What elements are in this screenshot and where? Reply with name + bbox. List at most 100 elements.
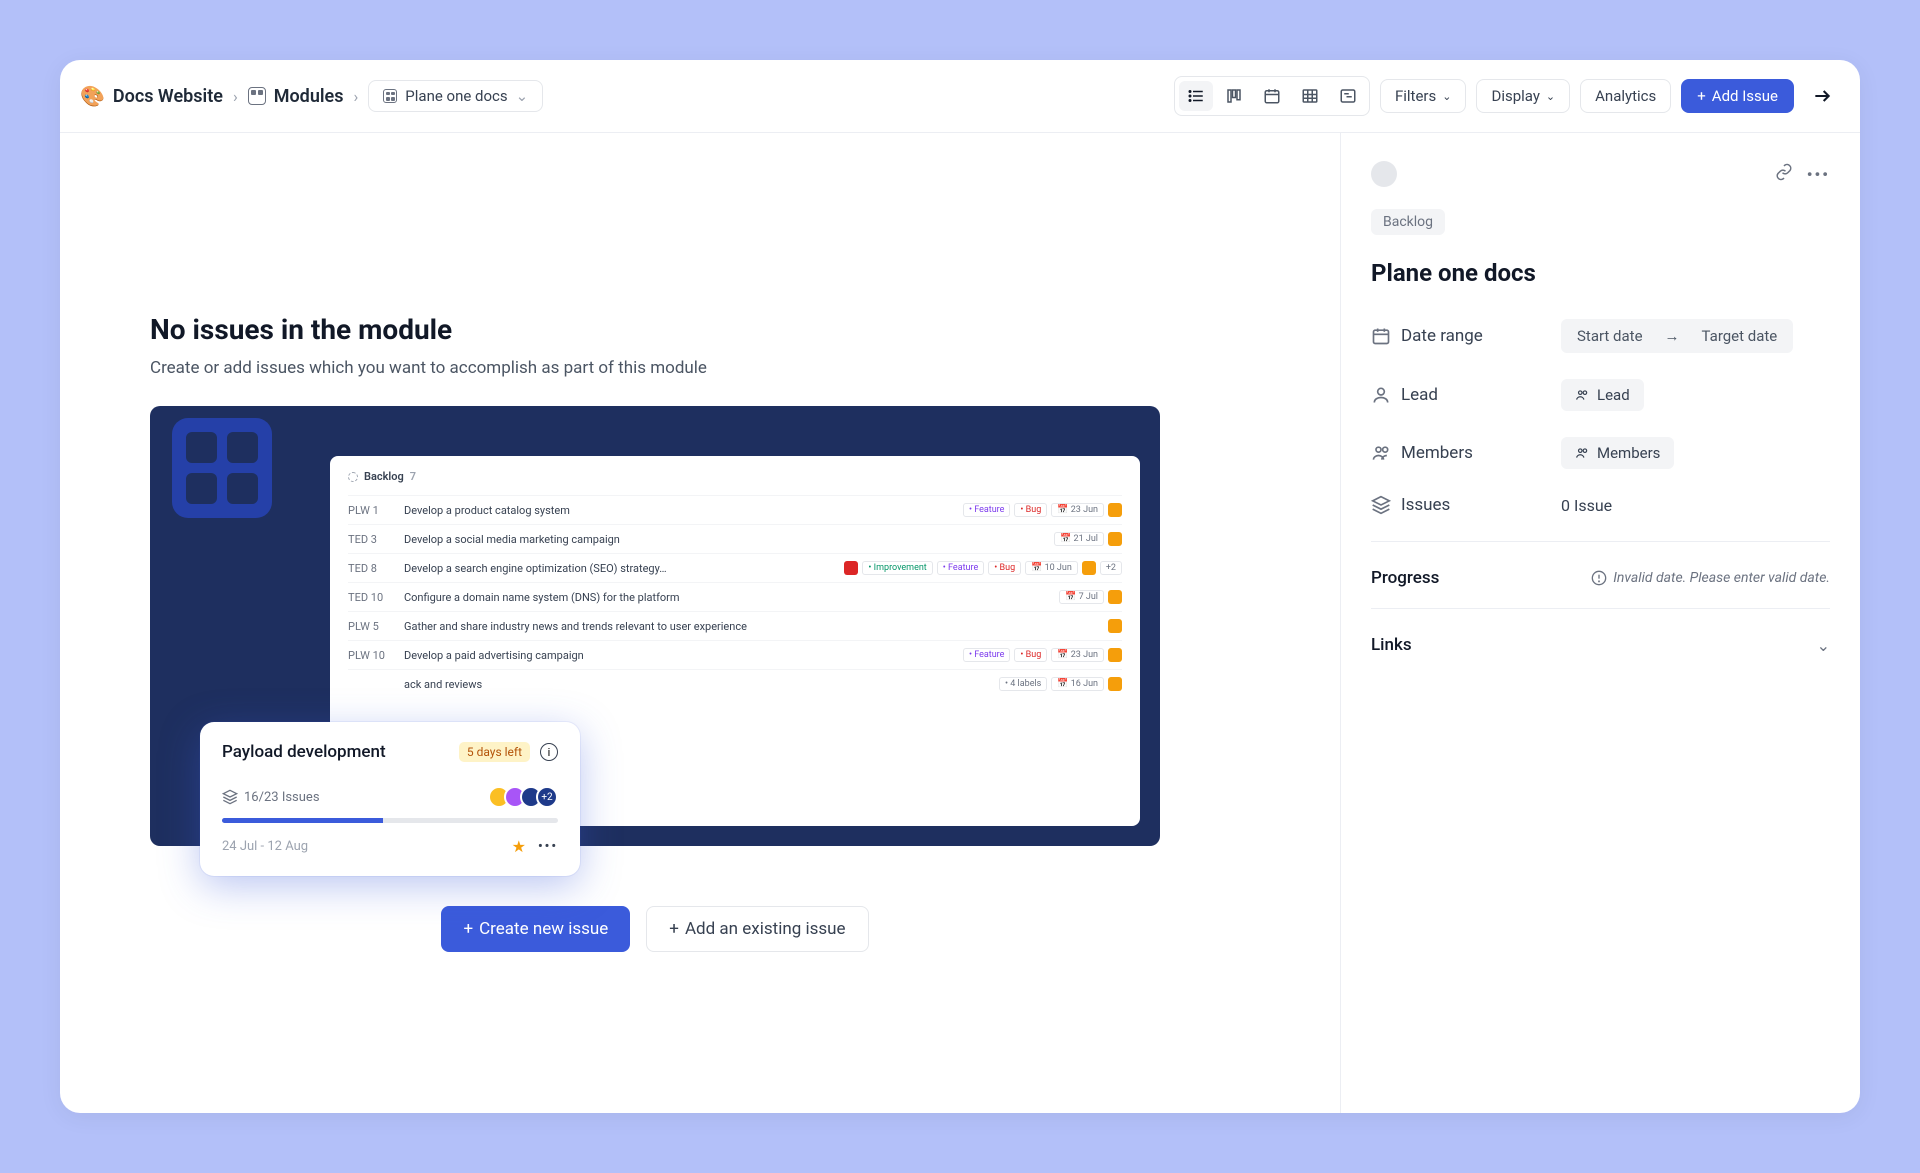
view-calendar-button[interactable] [1255, 81, 1289, 111]
date-range-picker[interactable]: Start date → Target date [1561, 319, 1793, 353]
display-label: Display [1491, 87, 1539, 105]
progress-message: Invalid date. Please enter valid date. [1591, 570, 1830, 586]
empty-state: No issues in the module Create or add is… [150, 313, 1160, 952]
gantt-icon [1339, 87, 1357, 105]
modules-icon [248, 87, 266, 105]
members-selector[interactable]: Members [1561, 437, 1674, 469]
chevron-down-icon: ⌄ [1817, 636, 1830, 655]
view-switcher [1174, 76, 1370, 116]
users-icon [1575, 388, 1589, 402]
list-icon [1187, 87, 1205, 105]
members-label: Members [1401, 443, 1473, 463]
progress-section: Progress Invalid date. Please enter vali… [1371, 568, 1830, 588]
toolbar-right: Filters ⌄ Display ⌄ Analytics + Add Issu… [1174, 76, 1840, 116]
module-side-panel: ••• Backlog Plane one docs Date range St… [1340, 133, 1860, 1113]
mock-backlog-label: Backlog [364, 470, 404, 483]
link-icon[interactable] [1775, 163, 1793, 185]
chevron-right-icon: › [353, 87, 358, 106]
mock-backlog-count: 7 [410, 470, 416, 483]
illustration-accent-icon [172, 418, 272, 518]
mock-row: ack and reviews• 4 labels📅 16 Jun [348, 669, 1122, 698]
empty-state-subtitle: Create or add issues which you want to a… [150, 358, 1160, 378]
kanban-icon [1225, 87, 1243, 105]
plus-icon: + [1697, 87, 1706, 105]
lead-selector[interactable]: Lead [1561, 379, 1644, 411]
arrow-right-icon [1812, 86, 1832, 106]
info-icon: i [540, 743, 558, 761]
users-icon [1575, 446, 1589, 460]
breadcrumb-module-label: Plane one docs [405, 87, 507, 105]
breadcrumb-module-selector[interactable]: Plane one docs ⌄ [368, 80, 543, 112]
members-value: Members [1597, 444, 1660, 462]
float-card-dates: 24 Jul - 12 Aug [222, 839, 308, 854]
filters-label: Filters [1395, 87, 1436, 105]
add-issue-button[interactable]: + Add Issue [1681, 79, 1794, 113]
app-window: 🎨 Docs Website › Modules › Plane one doc… [60, 60, 1860, 1113]
add-issue-label: Add Issue [1712, 87, 1778, 105]
module-title: Plane one docs [1371, 259, 1830, 287]
breadcrumbs: 🎨 Docs Website › Modules › Plane one doc… [80, 80, 1162, 112]
divider [1371, 608, 1830, 609]
view-list-button[interactable] [1179, 81, 1213, 111]
side-panel-header: ••• [1371, 161, 1830, 187]
float-card: Payload development 5 days left i 16/23 … [200, 722, 580, 876]
avatar-overflow: +2 [536, 786, 558, 808]
body: No issues in the module Create or add is… [60, 133, 1860, 1113]
plus-icon: + [669, 919, 679, 939]
module-avatar-placeholder [1371, 161, 1397, 187]
target-date-value: Target date [1702, 327, 1778, 345]
mock-row: TED 10Configure a domain name system (DN… [348, 582, 1122, 611]
mock-row: PLW 5Gather and share industry news and … [348, 611, 1122, 640]
breadcrumb-section-label: Modules [274, 86, 344, 107]
chevron-down-icon: ⌄ [1546, 90, 1555, 103]
topbar: 🎨 Docs Website › Modules › Plane one doc… [60, 60, 1860, 133]
issues-count-value: 0 Issue [1561, 496, 1612, 515]
issues-label: Issues [1401, 495, 1450, 515]
create-issue-button[interactable]: + Create new issue [441, 906, 630, 952]
illustration-wrapper: Backlog 7 PLW 1Develop a product catalog… [150, 406, 1160, 846]
divider [1371, 541, 1830, 542]
progress-bar [222, 818, 558, 823]
breadcrumb-section[interactable]: Modules [248, 86, 344, 107]
analytics-button[interactable]: Analytics [1580, 79, 1671, 113]
breadcrumb-project[interactable]: 🎨 Docs Website [80, 84, 223, 108]
mock-backlog-header: Backlog 7 [348, 470, 1122, 483]
calendar-icon [1263, 87, 1281, 105]
field-lead: Lead Lead [1371, 379, 1830, 411]
layers-icon [1371, 495, 1391, 515]
empty-state-title: No issues in the module [150, 313, 1160, 346]
filters-button[interactable]: Filters ⌄ [1380, 79, 1467, 113]
float-card-issues: 16/23 Issues [244, 790, 320, 805]
more-menu-button[interactable]: ••• [1807, 165, 1830, 184]
module-state-pill[interactable]: Backlog [1371, 209, 1445, 235]
float-card-title: Payload development [222, 742, 386, 762]
view-gantt-button[interactable] [1331, 81, 1365, 111]
display-button[interactable]: Display ⌄ [1476, 79, 1570, 113]
mock-row: TED 8Develop a search engine optimizatio… [348, 553, 1122, 582]
mock-row: TED 3Develop a social media marketing ca… [348, 524, 1122, 553]
lead-value: Lead [1597, 386, 1630, 404]
progress-label: Progress [1371, 568, 1439, 588]
calendar-range-icon [1371, 326, 1391, 346]
arrow-right-icon: → [1665, 327, 1680, 345]
add-existing-issue-button[interactable]: + Add an existing issue [646, 906, 868, 952]
more-icon: ••• [538, 839, 558, 854]
add-existing-label: Add an existing issue [685, 919, 846, 939]
empty-state-actions: + Create new issue + Add an existing iss… [150, 906, 1160, 952]
collapse-sidebar-button[interactable] [1804, 78, 1840, 114]
spreadsheet-icon [1301, 87, 1319, 105]
avatar-stack: +2 [494, 786, 558, 808]
view-spreadsheet-button[interactable] [1293, 81, 1327, 111]
lead-label: Lead [1401, 385, 1438, 405]
user-icon [1371, 385, 1391, 405]
analytics-label: Analytics [1595, 87, 1656, 105]
chevron-right-icon: › [233, 87, 238, 106]
date-range-label: Date range [1401, 326, 1483, 346]
plus-icon: + [463, 919, 473, 939]
field-members: Members Members [1371, 437, 1830, 469]
view-kanban-button[interactable] [1217, 81, 1251, 111]
star-icon: ★ [512, 837, 526, 856]
links-section[interactable]: Links ⌄ [1371, 635, 1830, 655]
chevron-down-icon: ⌄ [1442, 90, 1451, 103]
create-issue-label: Create new issue [479, 919, 608, 939]
